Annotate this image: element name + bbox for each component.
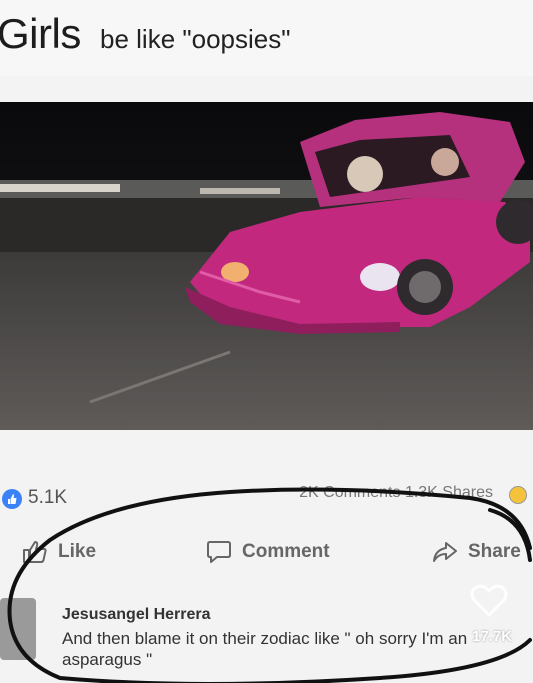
top-comment: Jesusangel Herrera And then blame it on … — [0, 592, 533, 683]
reactions-row: 5.1K 2K Comments 1.3K Shares — [0, 478, 533, 514]
comment-text: And then blame it on their zodiac like "… — [62, 629, 468, 669]
comment-author[interactable]: Jesusangel Herrera — [62, 606, 211, 624]
caption-text: be like "oopsies" — [100, 24, 291, 54]
like-label: Like — [58, 541, 97, 562]
comments-shares-count[interactable]: 2K Comments 1.3K Shares — [299, 484, 493, 502]
meme-caption: Girls be like "oopsies" — [0, 0, 533, 76]
like-reaction-icon — [2, 489, 22, 509]
like-button[interactable]: Like — [22, 540, 96, 564]
reaction-count[interactable]: 5.1K — [28, 487, 67, 509]
comment-button[interactable]: Comment — [206, 540, 330, 564]
speech-bubble-icon — [206, 540, 232, 564]
share-label: Share — [468, 541, 521, 562]
share-button[interactable]: Share — [432, 540, 521, 564]
comment-label: Comment — [242, 541, 330, 562]
haha-reaction-icon — [509, 486, 527, 504]
caption-girls: Girls — [0, 10, 81, 57]
post-photo — [0, 102, 533, 430]
action-bar: Like Comment Share — [0, 532, 533, 584]
crashed-car-image — [0, 102, 533, 430]
thumbs-up-icon — [22, 540, 48, 564]
heart-icon[interactable] — [470, 584, 508, 618]
avatar[interactable] — [0, 598, 36, 660]
like-count-overlay: 17.7K — [472, 628, 513, 645]
share-arrow-icon — [432, 540, 458, 564]
